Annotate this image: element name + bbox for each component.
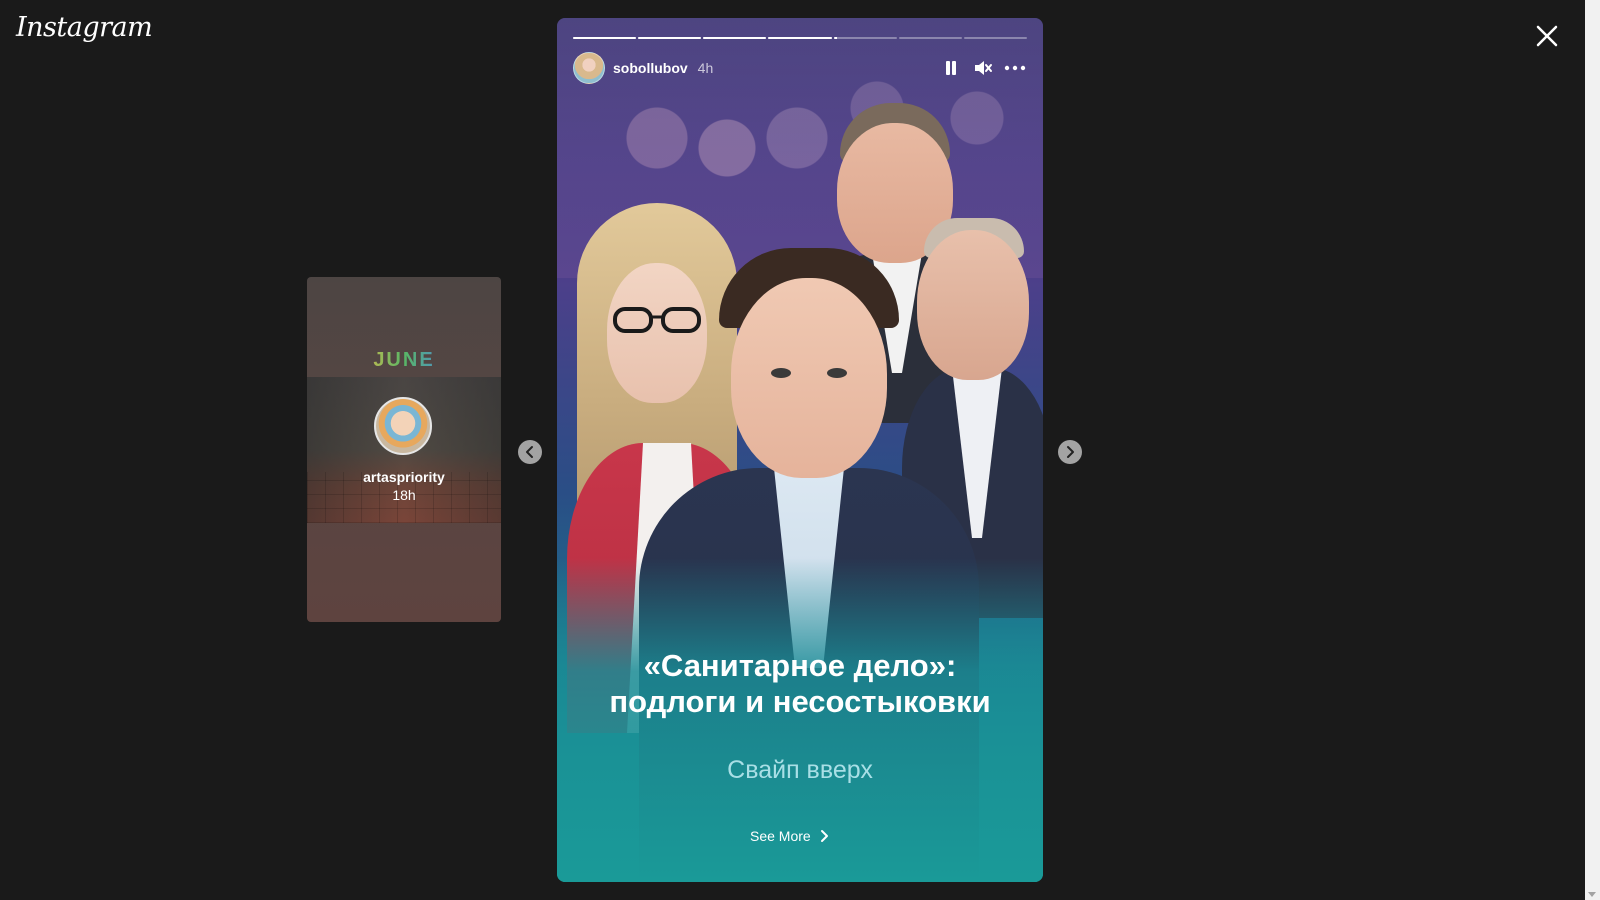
previous-story-preview[interactable]: JUNE artaspriority 18h	[307, 277, 501, 622]
story-sticker-text: JUNE	[307, 349, 501, 372]
progress-segment	[898, 37, 962, 39]
stories-viewer: Instagram JUNE artaspriority 18h «Санита…	[0, 0, 1600, 900]
scroll-down-icon[interactable]	[1588, 892, 1596, 897]
progress-segment-fill	[833, 37, 837, 39]
preview-time: 18h	[392, 487, 416, 503]
story-username[interactable]: sobollubov	[613, 60, 688, 76]
next-story-button[interactable]	[1058, 440, 1082, 464]
progress-segment-fill	[768, 37, 832, 39]
active-story[interactable]: «Санитарное дело»: подлоги и несостыковк…	[557, 18, 1043, 882]
story-headline: «Санитарное дело»: подлоги и несостыковк…	[557, 648, 1043, 720]
close-icon	[1536, 25, 1558, 47]
progress-segment-fill	[703, 37, 767, 39]
story-time: 4h	[697, 60, 714, 76]
progress-segment	[768, 37, 832, 39]
story-progress-bar	[573, 37, 1027, 39]
progress-segment	[638, 37, 702, 39]
chevron-right-icon	[820, 830, 828, 842]
story-swipe-text: Свайп вверх	[727, 756, 873, 784]
speaker-muted-icon	[975, 61, 992, 75]
pause-button[interactable]	[939, 56, 963, 80]
previous-story-button[interactable]	[518, 440, 542, 464]
more-options-button[interactable]	[1003, 56, 1027, 80]
progress-segment	[703, 37, 767, 39]
see-more-label: See More	[750, 828, 811, 844]
story-controls	[939, 56, 1027, 80]
story-headline-line-1: «Санитарное дело»:	[643, 648, 957, 683]
chevron-left-icon	[526, 446, 533, 458]
more-horizontal-icon	[1004, 65, 1026, 71]
instagram-logo[interactable]: Instagram	[16, 12, 153, 43]
mute-button[interactable]	[971, 56, 995, 80]
story-headline-line-2: подлоги и несостыковки	[609, 684, 991, 719]
pause-icon	[946, 61, 956, 75]
progress-segment-fill	[638, 37, 702, 39]
preview-username[interactable]: artaspriority	[307, 469, 501, 485]
progress-segment	[963, 37, 1027, 39]
story-header: sobollubov 4h	[573, 52, 1027, 84]
see-more-button[interactable]: See More	[750, 826, 829, 846]
avatar[interactable]	[374, 397, 432, 455]
progress-segment	[833, 37, 897, 39]
close-button[interactable]	[1533, 22, 1561, 50]
progress-segment	[573, 37, 637, 39]
chevron-right-icon	[1067, 446, 1074, 458]
avatar[interactable]	[573, 52, 605, 84]
progress-segment-fill	[573, 37, 637, 39]
page-scrollbar[interactable]	[1585, 0, 1600, 900]
